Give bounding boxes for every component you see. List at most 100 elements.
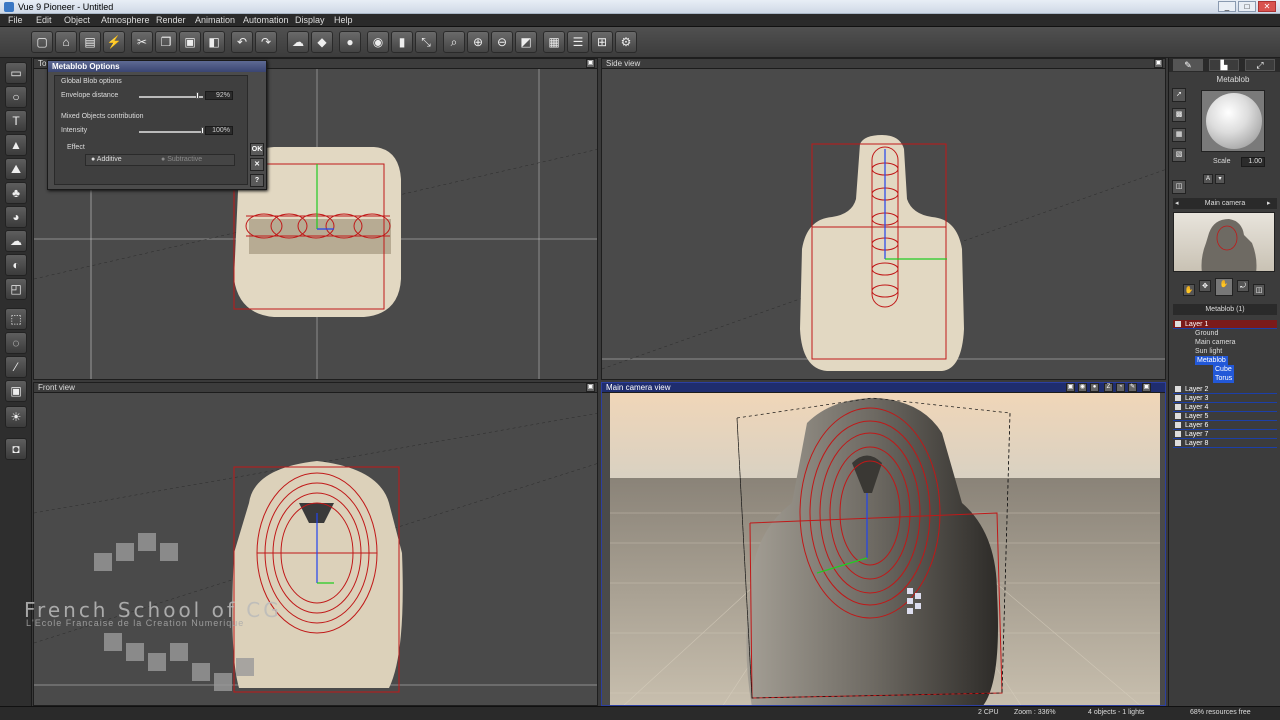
layer-visibility-icon[interactable]	[1175, 321, 1181, 327]
camera-settings-icon[interactable]: ◔	[1116, 383, 1125, 392]
copy-icon[interactable]: ❐	[155, 31, 177, 53]
viewports-icon[interactable]: ⊞	[591, 31, 613, 53]
maximize-viewport-icon[interactable]: ▣	[586, 59, 595, 68]
intensity-slider[interactable]	[139, 131, 203, 133]
next-camera-icon[interactable]: ▸	[1267, 199, 1271, 207]
menu-object[interactable]: Object	[64, 15, 90, 25]
paste-icon[interactable]: ▣	[179, 31, 201, 53]
menu-animation[interactable]: Animation	[195, 15, 235, 25]
layer-row[interactable]: Layer 3	[1173, 394, 1277, 403]
options-icon[interactable]: ⚙	[615, 31, 637, 53]
bone-icon[interactable]: ⁄	[5, 356, 27, 378]
layer-visibility-icon[interactable]	[1175, 440, 1181, 446]
menu-file[interactable]: File	[8, 15, 23, 25]
menu-render[interactable]: Render	[156, 15, 186, 25]
layer-row[interactable]: Layer 7	[1173, 430, 1277, 439]
maximize-viewport-icon[interactable]: ▣	[1142, 383, 1151, 392]
cloud-icon[interactable]: ☁	[5, 230, 27, 252]
display-icon[interactable]: ◉	[1078, 383, 1087, 392]
metablob-icon[interactable]: ◐	[5, 254, 27, 276]
save-icon[interactable]: ▤	[79, 31, 101, 53]
additive-radio[interactable]: ● Additive	[91, 156, 122, 163]
a-button[interactable]: A	[1203, 174, 1213, 184]
maximize-viewport-icon[interactable]: ▣	[586, 383, 595, 392]
mountain-icon[interactable]: ⛰	[5, 158, 27, 180]
tree-item-torus[interactable]: Torus	[1213, 374, 1235, 383]
cut-icon[interactable]: ✂	[131, 31, 153, 53]
zoom-icon[interactable]: ⌕	[443, 31, 465, 53]
zoom-out-icon[interactable]: ⊖	[491, 31, 513, 53]
layer-row[interactable]: Layer 2	[1173, 385, 1277, 394]
help-button[interactable]: ?	[250, 174, 264, 187]
subtractive-radio[interactable]: ● Subtractive	[161, 156, 202, 163]
cancel-button[interactable]: ✕	[250, 158, 264, 171]
envelope-slider-knob[interactable]	[196, 92, 200, 99]
material-preview[interactable]	[1201, 90, 1265, 152]
tree-item-metablob[interactable]: Metablob	[1195, 356, 1228, 365]
prev-camera-icon[interactable]: ◂	[1175, 199, 1179, 207]
atmosphere-icon[interactable]: ☁	[287, 31, 309, 53]
hand-icon[interactable]: ✋	[1183, 284, 1195, 296]
stack-icon[interactable]: ◫	[1172, 180, 1186, 194]
material-edit-icon[interactable]: ▩	[1172, 108, 1186, 122]
rotate-icon[interactable]: ⤾	[1237, 280, 1249, 292]
paint-icon[interactable]: ⬚	[5, 308, 27, 330]
render-icon[interactable]: ◉	[367, 31, 389, 53]
layer-visibility-icon[interactable]	[1175, 386, 1181, 392]
text-icon[interactable]: T	[5, 110, 27, 132]
snapshot-icon[interactable]: ●	[1090, 383, 1099, 392]
camera-icon[interactable]: ▣	[5, 380, 27, 402]
export-icon[interactable]: ◘	[5, 438, 27, 460]
pointer-icon[interactable]: ➚	[1172, 88, 1186, 102]
frame-icon[interactable]: ◩	[515, 31, 537, 53]
timeline-icon[interactable]: ☰	[567, 31, 589, 53]
redo-icon[interactable]: ↷	[255, 31, 277, 53]
layer-row[interactable]: Layer 1	[1173, 320, 1277, 329]
close-button[interactable]: ✕	[1258, 1, 1276, 12]
layer-row[interactable]: Layer 4	[1173, 403, 1277, 412]
front-view-viewport[interactable]: Front view ▣	[33, 382, 598, 706]
undo-icon[interactable]: ↶	[231, 31, 253, 53]
menu-atmosphere[interactable]: Atmosphere	[101, 15, 150, 25]
scale-icon[interactable]: ▦	[1172, 128, 1186, 142]
a-dropdown-icon[interactable]: ▾	[1215, 174, 1225, 184]
save-as-icon[interactable]: ⚡	[103, 31, 125, 53]
move-icon[interactable]: ✥	[1199, 280, 1211, 292]
maximize-viewport-icon[interactable]: ▣	[1154, 59, 1163, 68]
main-camera-viewport[interactable]: Main camera view ▣ ◉ ● Z ◔ ✎ ▣	[601, 382, 1166, 706]
tree-item-ground[interactable]: Ground	[1195, 329, 1218, 338]
reset-icon[interactable]: ◫	[1253, 284, 1265, 296]
layer-row[interactable]: Layer 6	[1173, 421, 1277, 430]
layer-visibility-icon[interactable]	[1175, 422, 1181, 428]
layer-visibility-icon[interactable]	[1175, 404, 1181, 410]
link-icon[interactable]: ▮	[391, 31, 413, 53]
material-tab[interactable]: ✎	[1173, 59, 1203, 71]
layer-visibility-icon[interactable]	[1175, 395, 1181, 401]
layer-row[interactable]: Layer 5	[1173, 412, 1277, 421]
mapping-icon[interactable]: ▧	[1172, 148, 1186, 162]
pen-icon[interactable]: ✎	[1128, 383, 1137, 392]
open-icon[interactable]: ⌂	[55, 31, 77, 53]
tree-item-sun-light[interactable]: Sun light	[1195, 347, 1222, 356]
layer-visibility-icon[interactable]	[1175, 413, 1181, 419]
materials-icon[interactable]: ◆	[311, 31, 333, 53]
menu-automation[interactable]: Automation	[243, 15, 289, 25]
group-icon[interactable]: ◧	[203, 31, 225, 53]
pan-icon[interactable]: ✋	[1215, 278, 1233, 296]
side-view-viewport[interactable]: Side view ▣	[601, 58, 1166, 380]
plant-icon[interactable]: ♣	[5, 182, 27, 204]
numerics-tab[interactable]: ▙	[1209, 59, 1239, 71]
wire-icon[interactable]: ◌	[5, 332, 27, 354]
rock-icon[interactable]: ◕	[5, 206, 27, 228]
center-icon[interactable]: ⤡	[415, 31, 437, 53]
terrain-icon[interactable]: ▲	[5, 134, 27, 156]
minimize-button[interactable]: _	[1218, 1, 1236, 12]
intensity-slider-knob[interactable]	[201, 127, 204, 134]
envelope-value[interactable]: 92%	[205, 91, 233, 100]
new-icon[interactable]: ▢	[31, 31, 53, 53]
maximize-button[interactable]: □	[1238, 1, 1256, 12]
render-area-icon[interactable]: ▣	[1066, 383, 1075, 392]
menu-edit[interactable]: Edit	[36, 15, 52, 25]
tree-item-cube[interactable]: Cube	[1213, 365, 1234, 374]
menu-display[interactable]: Display	[295, 15, 325, 25]
